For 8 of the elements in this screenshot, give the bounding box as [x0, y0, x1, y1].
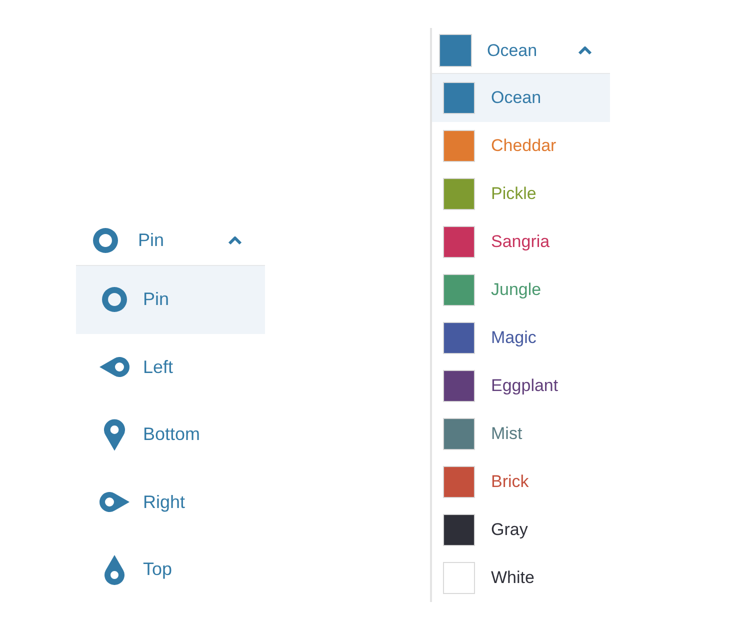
ring-icon: [93, 228, 118, 252]
ring-icon: [102, 287, 126, 312]
teardrop-right-icon: [98, 492, 130, 512]
dropdown-option[interactable]: Pin: [76, 266, 265, 334]
dropdown-option[interactable]: Ocean: [432, 74, 610, 122]
teardrop-left-icon: [98, 357, 130, 378]
drop-icon: [104, 554, 124, 585]
map-pin-icon: [104, 418, 124, 451]
